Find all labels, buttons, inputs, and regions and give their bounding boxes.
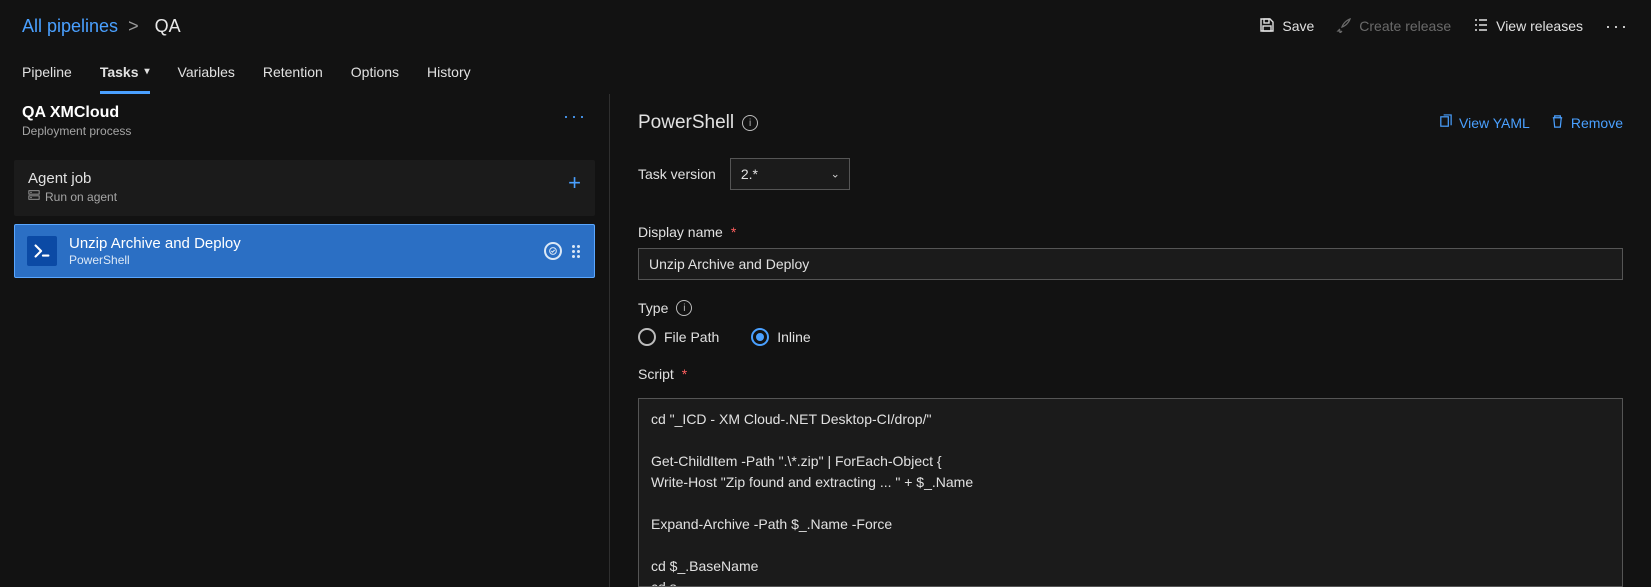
view-yaml-button[interactable]: View YAML (1438, 114, 1530, 132)
link-settings-icon[interactable] (544, 242, 562, 260)
type-filepath-radio[interactable]: File Path (638, 328, 719, 346)
list-icon (1473, 17, 1489, 36)
powershell-icon (27, 236, 57, 266)
tab-history[interactable]: History (427, 52, 471, 94)
agent-job-title: Agent job (28, 170, 568, 187)
breadcrumb-separator: > (128, 16, 139, 37)
stage-more-button[interactable]: ··· (563, 104, 587, 127)
task-version-select[interactable]: 2.* (730, 158, 850, 190)
breadcrumb-current: QA (155, 16, 181, 37)
trash-icon (1550, 114, 1565, 132)
type-filepath-label: File Path (664, 329, 719, 345)
view-releases-label: View releases (1496, 18, 1583, 34)
view-yaml-label: View YAML (1459, 115, 1530, 131)
tab-options-label: Options (351, 64, 399, 80)
tab-options[interactable]: Options (351, 52, 399, 94)
task-version-label: Task version (638, 166, 716, 182)
save-button[interactable]: Save (1259, 17, 1314, 36)
task-title: Unzip Archive and Deploy (69, 235, 532, 252)
tab-pipeline-label: Pipeline (22, 64, 72, 80)
chevron-down-icon: ▾ (145, 66, 150, 77)
breadcrumb-root-link[interactable]: All pipelines (22, 16, 118, 37)
more-actions-button[interactable]: ··· (1605, 16, 1629, 37)
stage-title: QA XMCloud (22, 104, 563, 122)
display-name-input[interactable] (638, 248, 1623, 280)
tab-retention[interactable]: Retention (263, 52, 323, 94)
add-task-button[interactable]: + (568, 170, 581, 194)
tab-pipeline[interactable]: Pipeline (22, 52, 72, 94)
server-icon (28, 189, 40, 204)
task-settings-title: PowerShell (638, 112, 734, 134)
tab-tasks[interactable]: Tasks ▾ (100, 52, 150, 94)
save-label: Save (1282, 18, 1314, 34)
agent-job-subtitle: Run on agent (45, 190, 117, 204)
tab-retention-label: Retention (263, 64, 323, 80)
type-inline-label: Inline (777, 329, 810, 345)
tab-variables-label: Variables (178, 64, 235, 80)
task-row-selected[interactable]: Unzip Archive and Deploy PowerShell (14, 224, 595, 278)
rocket-icon (1336, 17, 1352, 36)
stage-subtitle: Deployment process (22, 124, 563, 138)
create-release-button: Create release (1336, 17, 1451, 36)
info-icon[interactable]: i (676, 300, 692, 316)
script-label: Script* (638, 366, 1623, 382)
type-inline-radio[interactable]: Inline (751, 328, 810, 346)
tab-tasks-label: Tasks (100, 64, 139, 80)
drag-handle-icon[interactable] (572, 245, 582, 258)
remove-label: Remove (1571, 115, 1623, 131)
type-label: Type i (638, 300, 1623, 316)
tab-history-label: History (427, 64, 471, 80)
info-icon[interactable]: i (742, 115, 758, 131)
script-textarea[interactable]: cd "_ICD - XM Cloud-.NET Desktop-CI/drop… (638, 398, 1623, 587)
tab-variables[interactable]: Variables (178, 52, 235, 94)
agent-job-row[interactable]: Agent job Run on agent + (14, 160, 595, 216)
breadcrumb: All pipelines > QA (22, 16, 181, 37)
save-icon (1259, 17, 1275, 36)
view-releases-button[interactable]: View releases (1473, 17, 1583, 36)
copy-icon (1438, 114, 1453, 132)
create-release-label: Create release (1359, 18, 1451, 34)
task-subtitle: PowerShell (69, 253, 532, 267)
remove-task-button[interactable]: Remove (1550, 114, 1623, 132)
display-name-label: Display name* (638, 224, 1623, 240)
